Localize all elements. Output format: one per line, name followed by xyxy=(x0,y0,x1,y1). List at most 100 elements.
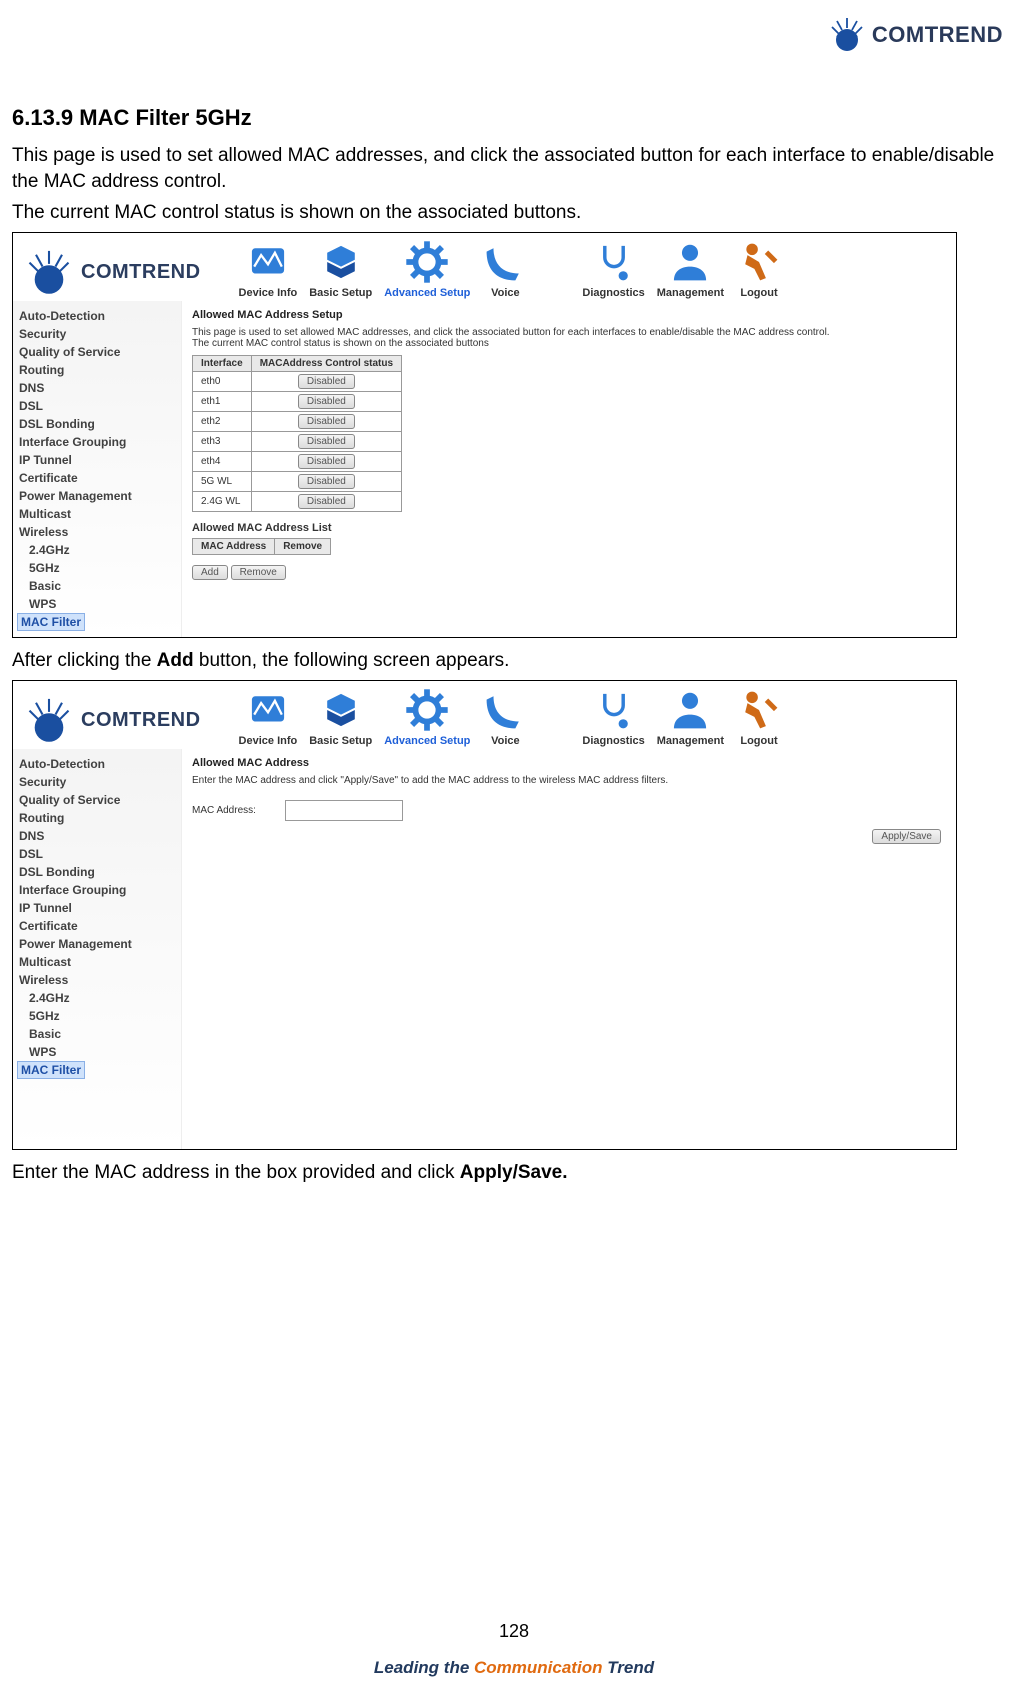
app-brand: COMTREND xyxy=(23,247,201,299)
basic-setup-icon xyxy=(318,239,364,285)
top-nav: Device Info Basic Setup Advanced Setup V… xyxy=(239,239,782,299)
table-row: eth3Disabled xyxy=(193,431,402,451)
nav-diagnostics[interactable]: Diagnostics xyxy=(582,239,644,299)
sidebar-item[interactable]: Wireless xyxy=(17,971,177,989)
sidebar-item[interactable]: Routing xyxy=(17,809,177,827)
sidebar: Auto-Detection Security Quality of Servi… xyxy=(13,749,182,1149)
status-button[interactable]: Disabled xyxy=(298,374,355,389)
sidebar: Auto-Detection Security Quality of Servi… xyxy=(13,301,182,637)
content-pane: Allowed MAC Address Enter the MAC addres… xyxy=(182,749,956,1149)
nav-logout[interactable]: Logout xyxy=(736,687,782,747)
content-desc: The current MAC control status is shown … xyxy=(192,338,946,349)
sidebar-item[interactable]: Security xyxy=(17,325,177,343)
status-button[interactable]: Disabled xyxy=(298,454,355,469)
sidebar-item[interactable]: Certificate xyxy=(17,917,177,935)
nav-diagnostics[interactable]: Diagnostics xyxy=(582,687,644,747)
sidebar-item[interactable]: Wireless xyxy=(17,523,177,541)
sidebar-item[interactable]: WPS xyxy=(17,1043,177,1061)
nav-basic-setup[interactable]: Basic Setup xyxy=(309,239,372,299)
sidebar-item[interactable]: Quality of Service xyxy=(17,791,177,809)
app-brand: COMTREND xyxy=(23,695,201,747)
remove-button[interactable]: Remove xyxy=(231,565,286,580)
sidebar-item[interactable]: Basic xyxy=(17,1025,177,1043)
screenshot-2: COMTREND Device Info Basic Setup Advance… xyxy=(12,680,957,1150)
management-icon xyxy=(667,687,713,733)
sidebar-item[interactable]: Auto-Detection xyxy=(17,755,177,773)
mac-address-label: MAC Address: xyxy=(192,805,282,816)
sidebar-item[interactable]: 2.4GHz xyxy=(17,989,177,1007)
sidebar-item[interactable]: Quality of Service xyxy=(17,343,177,361)
enter-text: Enter the MAC address in the box provide… xyxy=(12,1162,1008,1184)
th-remove: Remove xyxy=(275,538,331,554)
device-info-icon xyxy=(245,687,291,733)
sidebar-item[interactable]: Basic xyxy=(17,577,177,595)
table-row: eth4Disabled xyxy=(193,451,402,471)
status-button[interactable]: Disabled xyxy=(298,414,355,429)
sidebar-item[interactable]: Multicast xyxy=(17,953,177,971)
intro-paragraph-2: The current MAC control status is shown … xyxy=(12,200,1008,226)
content-desc: This page is used to set allowed MAC add… xyxy=(192,327,946,338)
nav-voice[interactable]: Voice xyxy=(482,239,528,299)
nav-advanced-setup[interactable]: Advanced Setup xyxy=(384,239,470,299)
top-nav: Device Info Basic Setup Advanced Setup V… xyxy=(239,687,782,747)
status-button[interactable]: Disabled xyxy=(298,494,355,509)
sidebar-item[interactable]: Certificate xyxy=(17,469,177,487)
status-button[interactable]: Disabled xyxy=(298,394,355,409)
screenshot-1: COMTREND Device Info Basic Setup Advance… xyxy=(12,232,957,638)
interface-table: InterfaceMACAddress Control status eth0D… xyxy=(192,355,402,512)
brand-text: COMTREND xyxy=(81,261,201,284)
sidebar-item[interactable]: Interface Grouping xyxy=(17,881,177,899)
globe-icon xyxy=(827,15,867,55)
app-header: COMTREND Device Info Basic Setup Advance… xyxy=(13,681,956,749)
add-button[interactable]: Add xyxy=(192,565,228,580)
sidebar-item[interactable]: DSL xyxy=(17,397,177,415)
sidebar-item[interactable]: Routing xyxy=(17,361,177,379)
nav-voice[interactable]: Voice xyxy=(482,687,528,747)
sidebar-item[interactable]: DNS xyxy=(17,827,177,845)
corporate-logo: COMTREND xyxy=(827,15,1003,55)
sidebar-item[interactable]: Security xyxy=(17,773,177,791)
sidebar-item[interactable]: Auto-Detection xyxy=(17,307,177,325)
sidebar-item[interactable]: WPS xyxy=(17,595,177,613)
sidebar-item[interactable]: IP Tunnel xyxy=(17,899,177,917)
nav-management[interactable]: Management xyxy=(657,687,724,747)
voice-icon xyxy=(482,687,528,733)
management-icon xyxy=(667,239,713,285)
brand-text: COMTREND xyxy=(81,709,201,732)
sidebar-item[interactable]: DSL xyxy=(17,845,177,863)
status-button[interactable]: Disabled xyxy=(298,474,355,489)
status-button[interactable]: Disabled xyxy=(298,434,355,449)
advanced-setup-icon xyxy=(404,687,450,733)
sidebar-item[interactable]: DNS xyxy=(17,379,177,397)
nav-device-info[interactable]: Device Info xyxy=(239,239,298,299)
sidebar-item[interactable]: DSL Bonding xyxy=(17,415,177,433)
page-number: 128 xyxy=(0,1621,1028,1642)
apply-save-button[interactable]: Apply/Save xyxy=(872,829,941,844)
list-heading: Allowed MAC Address List xyxy=(192,522,946,534)
sidebar-item[interactable]: Power Management xyxy=(17,487,177,505)
table-row: eth2Disabled xyxy=(193,411,402,431)
sidebar-item[interactable]: 5GHz xyxy=(17,1007,177,1025)
intro-paragraph-1: This page is used to set allowed MAC add… xyxy=(12,143,1008,194)
nav-management[interactable]: Management xyxy=(657,239,724,299)
nav-basic-setup[interactable]: Basic Setup xyxy=(309,687,372,747)
table-row: 2.4G WLDisabled xyxy=(193,491,402,511)
table-row: eth1Disabled xyxy=(193,391,402,411)
sidebar-item[interactable]: DSL Bonding xyxy=(17,863,177,881)
sidebar-item[interactable]: Multicast xyxy=(17,505,177,523)
section-heading: 6.13.9 MAC Filter 5GHz xyxy=(12,105,1008,131)
sidebar-item[interactable]: IP Tunnel xyxy=(17,451,177,469)
nav-device-info[interactable]: Device Info xyxy=(239,687,298,747)
nav-advanced-setup[interactable]: Advanced Setup xyxy=(384,687,470,747)
sidebar-item[interactable]: 2.4GHz xyxy=(17,541,177,559)
sidebar-item[interactable]: Interface Grouping xyxy=(17,433,177,451)
th-mac: MAC Address xyxy=(193,538,275,554)
nav-logout[interactable]: Logout xyxy=(736,239,782,299)
sidebar-item[interactable]: 5GHz xyxy=(17,559,177,577)
content-desc: Enter the MAC address and click "Apply/S… xyxy=(192,775,946,786)
sidebar-item-mac-filter[interactable]: MAC Filter xyxy=(17,1061,85,1079)
sidebar-item-mac-filter[interactable]: MAC Filter xyxy=(17,613,85,631)
globe-icon xyxy=(23,247,75,299)
mac-address-input[interactable] xyxy=(285,800,403,821)
sidebar-item[interactable]: Power Management xyxy=(17,935,177,953)
